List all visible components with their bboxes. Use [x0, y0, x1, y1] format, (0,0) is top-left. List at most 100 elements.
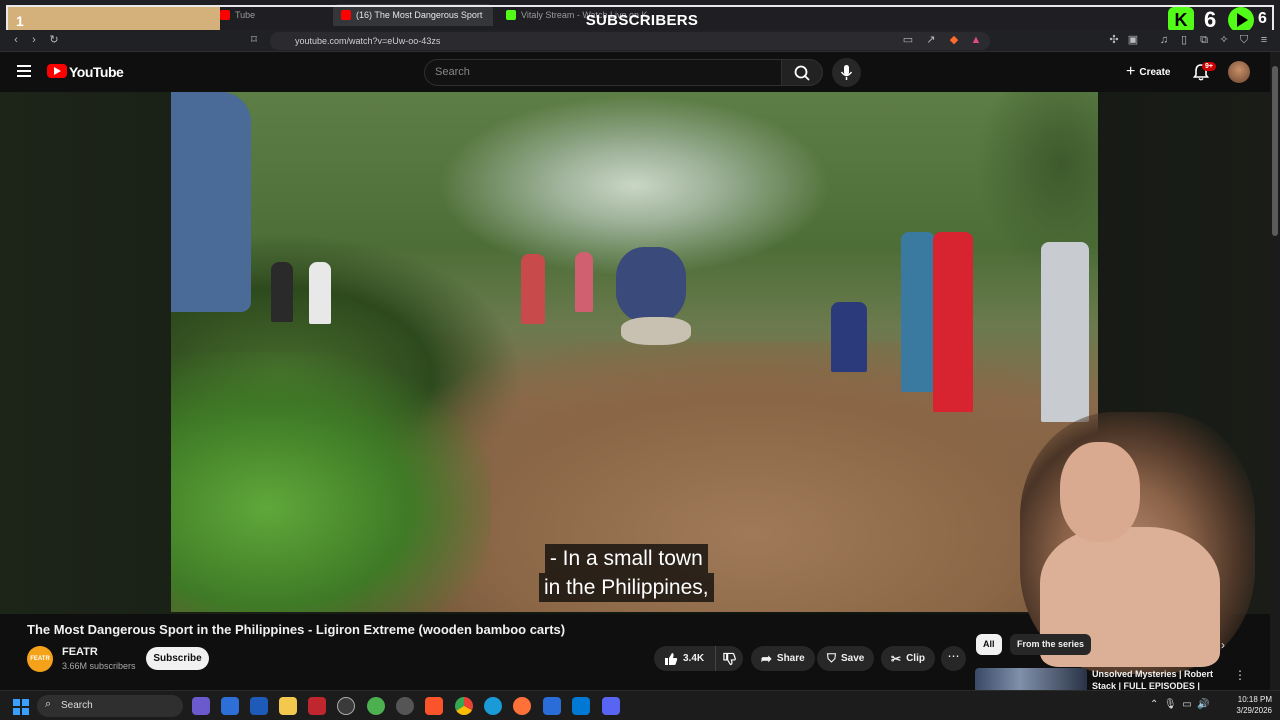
clock-time: 10:18 PM: [1237, 695, 1272, 704]
clip-label: Clip: [906, 653, 925, 664]
notification-badge: 9+: [1202, 62, 1216, 71]
outlook-icon[interactable]: [221, 697, 239, 715]
clip-button[interactable]: ✂ Clip: [881, 646, 935, 671]
cart-rider: [616, 247, 686, 322]
spectator: [309, 262, 331, 324]
clock-app-icon[interactable]: [337, 697, 355, 715]
taskbar-clock[interactable]: 10:18 PM 3/29/2026: [1222, 694, 1272, 716]
create-label: Create: [1139, 66, 1171, 78]
youtube-logo-icon[interactable]: [47, 64, 67, 78]
brave-rewards-icon[interactable]: ▲: [970, 34, 982, 46]
subscribe-button[interactable]: Subscribe: [146, 647, 209, 670]
remote-desktop-icon[interactable]: [250, 697, 268, 715]
spectator-foreground: [171, 92, 251, 312]
brave-shield-icon[interactable]: ◆: [948, 34, 960, 46]
recommended-title[interactable]: Unsolved Mysteries | Robert Stack | FULL…: [1092, 668, 1217, 692]
chip-all[interactable]: All: [976, 634, 1002, 655]
task-view-icon[interactable]: [192, 697, 210, 715]
file-explorer-icon[interactable]: [279, 697, 297, 715]
video-player[interactable]: [171, 92, 1098, 612]
channel-name[interactable]: FEATR: [62, 646, 98, 658]
chip-from-the-series[interactable]: From the series: [1010, 634, 1092, 655]
install-icon[interactable]: ▭: [902, 34, 914, 46]
recommended-thumbnail[interactable]: [975, 668, 1087, 690]
bookmark-icon[interactable]: ⌑: [248, 34, 260, 46]
search-button[interactable]: [781, 59, 823, 86]
video-captions: - In a small town in the Philippines,: [539, 544, 714, 602]
taskbar-search-label: Search: [61, 700, 93, 711]
thumbs-up-icon: [665, 652, 678, 665]
system-tray[interactable]: ⌃ 🎙 ▭ 🔊: [1150, 699, 1210, 710]
scissors-icon: ✂: [891, 651, 902, 666]
chevron-right-icon[interactable]: ›: [1221, 638, 1225, 652]
save-label: Save: [841, 653, 865, 664]
channel-subscriber-count: 3.66M subscribers: [62, 661, 136, 671]
channel-avatar[interactable]: FEATR: [27, 646, 53, 672]
obs-icon[interactable]: [396, 697, 414, 715]
brave-browser-icon[interactable]: [425, 697, 443, 715]
youtube-header: YouTube Search + Create 9+: [0, 52, 1280, 92]
share-label: Share: [776, 653, 805, 664]
scrollbar-thumb[interactable]: [1272, 66, 1278, 236]
video-title: The Most Dangerous Sport in the Philippi…: [27, 622, 566, 637]
user-avatar[interactable]: [1228, 61, 1250, 83]
more-actions-button[interactable]: ⋯: [941, 646, 966, 671]
share-page-icon[interactable]: ↗: [925, 34, 937, 46]
taskbar-search[interactable]: ⌕ Search: [37, 695, 183, 717]
spectator: [521, 254, 545, 324]
search-input[interactable]: Search: [424, 59, 782, 86]
sidebar-icon[interactable]: ▯: [1178, 34, 1190, 46]
sandbag-ramp: [621, 317, 691, 345]
microphone-icon: [840, 65, 853, 80]
page-scrollbar[interactable]: [1270, 52, 1280, 690]
tab-search-icon[interactable]: ⧉: [1198, 34, 1210, 46]
meta-app-icon[interactable]: [543, 697, 561, 715]
spectator: [901, 232, 935, 392]
back-arrow-icon[interactable]: ‹: [10, 34, 22, 46]
url-field[interactable]: youtube.com/watch?v=eUw-oo-43zs: [270, 32, 990, 50]
search-icon: [794, 65, 810, 81]
leo-icon[interactable]: ✧: [1218, 34, 1230, 46]
spectator: [933, 232, 973, 412]
spectator: [831, 302, 867, 372]
hamburger-menu-icon[interactable]: [17, 65, 31, 77]
plus-icon: +: [1126, 63, 1136, 80]
media-icon[interactable]: ♫: [1158, 34, 1170, 46]
edge-icon[interactable]: [484, 697, 502, 715]
chrome-icon[interactable]: [455, 697, 473, 715]
streamer-face: [1060, 442, 1140, 542]
reload-icon[interactable]: ↻: [48, 34, 60, 46]
dislike-button[interactable]: [715, 646, 743, 671]
youtube-wordmark[interactable]: YouTube: [69, 64, 124, 80]
spectator: [575, 252, 593, 312]
browser-menu-icon[interactable]: ≡: [1258, 34, 1270, 46]
windows-start-icon[interactable]: [13, 699, 29, 715]
spectator: [1041, 242, 1089, 422]
thumbs-down-icon: [723, 652, 736, 665]
share-icon: ➦: [761, 650, 772, 666]
kebab-menu-icon[interactable]: ⋮: [1234, 668, 1246, 682]
share-button[interactable]: ➦ Share: [751, 646, 815, 671]
voice-search-button[interactable]: [832, 58, 861, 87]
bookmark-save-icon: ⛉: [827, 651, 837, 665]
spectator: [271, 262, 293, 322]
save-button[interactable]: ⛉ Save: [817, 646, 875, 671]
subscriber-label: SUBSCRIBERS: [585, 12, 699, 29]
windows-taskbar: ⌕ Search ⌃ 🎙 ▭ 🔊 10:18 PM 3/29/2026: [0, 690, 1280, 720]
extensions-icon[interactable]: ✣: [1108, 34, 1120, 46]
address-bar-row: ‹ › ↻ ⌑ youtube.com/watch?v=eUw-oo-43zs …: [0, 30, 1280, 52]
play-count: 6: [1258, 10, 1267, 27]
clock-date: 3/29/2026: [1236, 706, 1272, 715]
firefox-icon[interactable]: [513, 697, 531, 715]
news-app-icon[interactable]: [308, 697, 326, 715]
vscode-icon[interactable]: [572, 697, 590, 715]
discord-icon[interactable]: [602, 697, 620, 715]
chrome-canary-icon[interactable]: [367, 697, 385, 715]
vpn-icon[interactable]: ⛉: [1238, 34, 1250, 46]
screenshot-icon[interactable]: ▣: [1127, 34, 1139, 46]
create-button[interactable]: + Create: [1120, 60, 1176, 84]
like-button[interactable]: 3.4K: [654, 646, 715, 671]
forward-arrow-icon[interactable]: ›: [28, 34, 40, 46]
caption-line: in the Philippines,: [539, 573, 714, 602]
caption-line: - In a small town: [544, 544, 708, 573]
